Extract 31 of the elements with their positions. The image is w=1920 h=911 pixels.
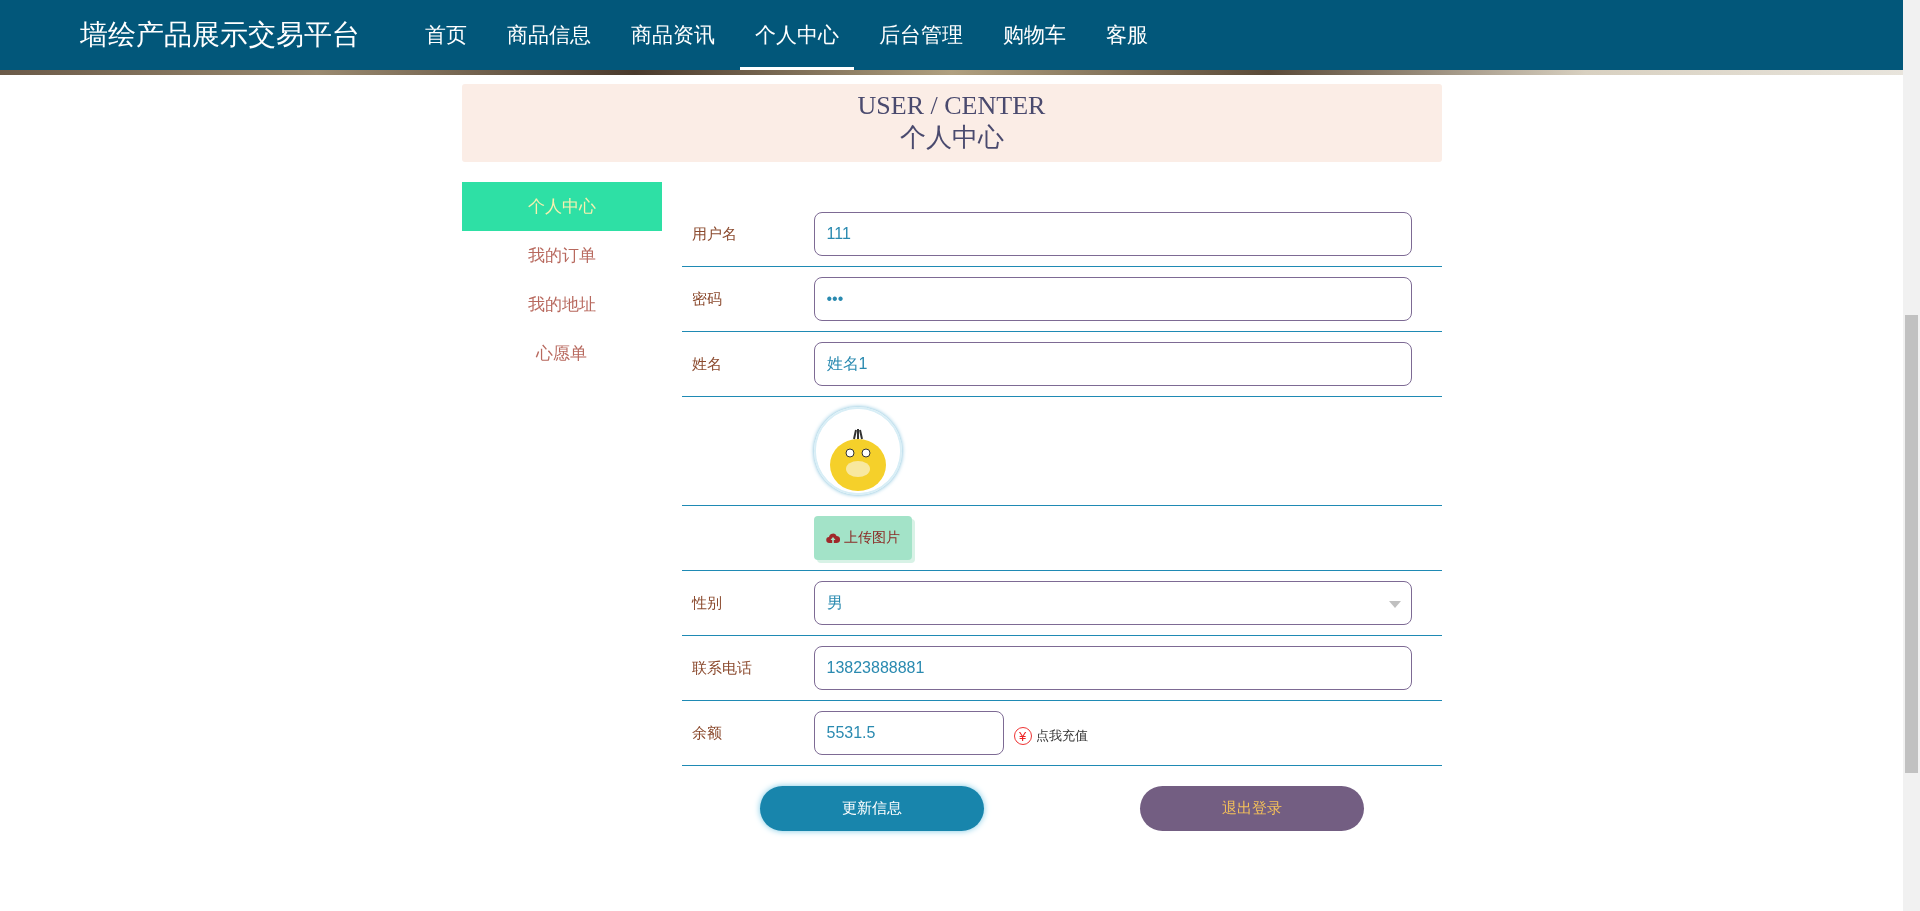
nav-tab[interactable]: 首页 xyxy=(410,0,482,70)
sidebar-item[interactable]: 我的地址 xyxy=(461,280,662,329)
sidebar-item[interactable]: 我的订单 xyxy=(461,231,662,280)
banner-subtitle: 个人中心 xyxy=(899,122,1004,154)
logout-button[interactable]: 退出登录 xyxy=(1139,786,1364,831)
caret-icon xyxy=(1388,601,1401,608)
nav-tab[interactable]: 购物车 xyxy=(988,0,1081,70)
input-field[interactable]: 5531.5 xyxy=(813,711,1004,755)
input-field[interactable]: 13823888881 xyxy=(813,646,1412,690)
recharge-link[interactable]: 点我充值 xyxy=(1035,727,1088,745)
input-field[interactable]: ••• xyxy=(813,277,1412,321)
nav-tab[interactable]: 商品信息 xyxy=(492,0,606,70)
field-label: 联系电话 xyxy=(691,658,753,678)
nav-tab[interactable]: 客服 xyxy=(1091,0,1163,70)
input-field[interactable]: 111 xyxy=(813,212,1412,256)
cloud-upload-icon xyxy=(825,532,840,544)
banner-title: USER / CENTER xyxy=(857,91,1046,121)
nav-tab[interactable]: 后台管理 xyxy=(864,0,978,70)
field-label: 姓名 xyxy=(691,354,723,374)
upload-button[interactable]: 上传图片 xyxy=(813,516,912,560)
nav-tab[interactable]: 商品资讯 xyxy=(616,0,730,70)
sidebar-item[interactable]: 心愿单 xyxy=(461,329,662,378)
field-label: 余额 xyxy=(691,723,723,743)
field-label: 用户名 xyxy=(691,224,738,244)
input-field[interactable]: 姓名1 xyxy=(813,342,1412,386)
select-field[interactable]: 男 xyxy=(813,581,1412,625)
site-title: 墙绘产品展示交易平台 xyxy=(80,18,360,52)
field-label: 密码 xyxy=(691,289,723,309)
scrollbar[interactable] xyxy=(1903,0,1920,911)
update-button[interactable]: 更新信息 xyxy=(759,786,984,831)
field-label: 性别 xyxy=(691,593,723,613)
